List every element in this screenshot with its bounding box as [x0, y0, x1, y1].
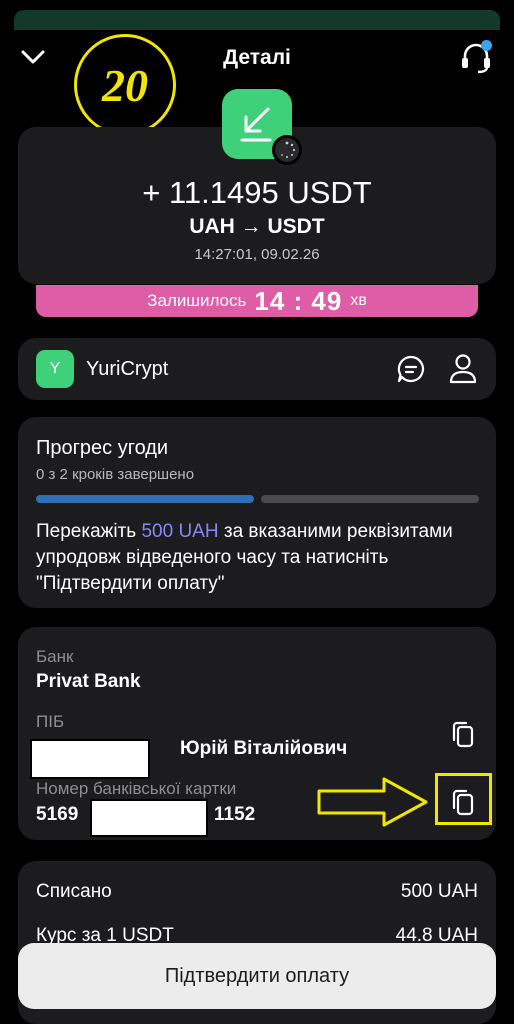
bank-label: Банк: [36, 647, 74, 666]
name-label: ПІБ: [36, 712, 65, 731]
merchant-avatar: Y: [36, 350, 74, 388]
chat-icon[interactable]: [396, 354, 426, 384]
merchant-name[interactable]: YuriCrypt: [86, 358, 168, 381]
card-number-prefix: 5169: [36, 804, 79, 825]
deal-progress-card: Прогрес угоди 0 з 2 кроків завершено Пер…: [18, 417, 496, 608]
redaction-box-card: [90, 799, 208, 837]
debited-value: 500 UAH: [400, 881, 478, 902]
copy-name-icon[interactable]: [450, 720, 476, 750]
annotation-highlight-box: [435, 773, 492, 825]
bank-value: Privat Bank: [36, 671, 141, 692]
transaction-datetime: 14:27:01, 09.02.26: [194, 246, 320, 263]
progress-step-1-bar: [36, 495, 254, 503]
transaction-amount: + 11.1495 USDT: [142, 175, 372, 210]
support-button[interactable]: [458, 40, 494, 76]
currency-pair: UAH → USDT: [189, 215, 325, 238]
progress-subtitle: 0 з 2 кроків завершено: [36, 466, 195, 483]
debited-row: Списано 500 UAH: [36, 881, 478, 903]
instruction-text-start: Перекажіть: [36, 521, 142, 542]
progress-step-2-bar: [261, 495, 479, 503]
confirm-payment-button[interactable]: Підтвердити оплату: [18, 943, 496, 1009]
notification-dot: [481, 40, 492, 51]
annotation-number-text: 20: [102, 59, 148, 111]
name-value: Юрій Віталійович: [180, 738, 348, 759]
timer-value: 14 : 49: [254, 285, 343, 316]
payment-instruction: Перекажіть 500 UAH за вказаними реквізит…: [36, 519, 476, 597]
debited-label: Списано: [36, 881, 112, 902]
merchant-card: Y YuriCrypt: [18, 338, 496, 400]
timer-label: Залишилось: [147, 291, 247, 310]
annotation-arrow-icon: [317, 777, 428, 827]
time-remaining-banner: Залишилось 14 : 49 хв: [36, 285, 478, 317]
top-sheet-strip: [14, 10, 500, 30]
redaction-box-name: [30, 739, 150, 779]
transaction-type-badge: [222, 89, 302, 165]
progress-title: Прогрес угоди: [36, 437, 169, 459]
loading-spinner-icon: [272, 135, 302, 165]
annotation-step-number: 20: [74, 34, 176, 136]
card-number-label: Номер банківської картки: [36, 779, 237, 798]
user-profile-icon[interactable]: [448, 353, 478, 385]
card-number-suffix: 1152: [214, 804, 256, 825]
timer-unit: хв: [350, 292, 367, 309]
instruction-amount: 500 UAH: [141, 521, 219, 542]
